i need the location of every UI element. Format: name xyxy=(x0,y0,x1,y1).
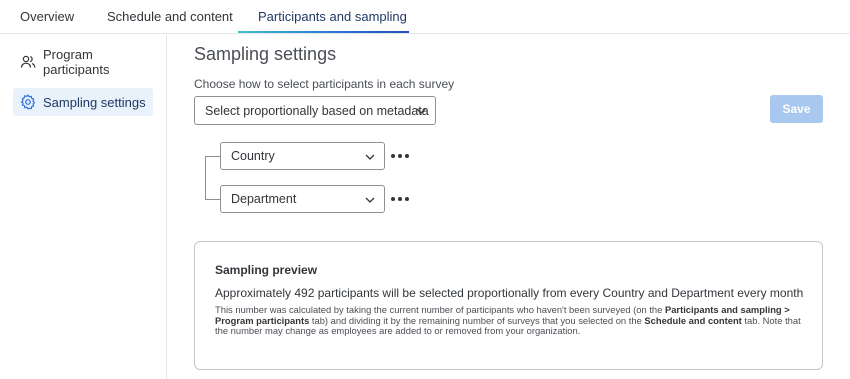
more-options-icon[interactable] xyxy=(391,195,409,203)
selection-method-label: Choose how to select participants in eac… xyxy=(194,77,455,91)
chevron-down-icon xyxy=(365,154,375,160)
selection-method-value: Select proportionally based on metadata xyxy=(205,103,429,118)
page-title: Sampling settings xyxy=(194,44,337,64)
tab-participants-and-sampling[interactable]: Participants and sampling xyxy=(258,0,407,34)
sampling-preview-title: Sampling preview xyxy=(215,263,318,277)
sidebar-item-label: Sampling settings xyxy=(43,94,146,110)
sidebar-item-label: Program participants xyxy=(43,47,110,77)
people-icon xyxy=(20,54,36,70)
sampling-preview-note: This number was calculated by taking the… xyxy=(215,304,801,336)
sampling-preview-card: Sampling preview Approximately 492 parti… xyxy=(194,241,823,370)
chevron-down-icon xyxy=(365,197,375,203)
active-tab-indicator xyxy=(238,31,409,33)
sidebar-item-sampling-settings[interactable]: Sampling settings xyxy=(13,88,153,116)
tab-schedule-and-content[interactable]: Schedule and content xyxy=(107,0,233,34)
metadata-field-value: Country xyxy=(231,149,275,163)
sampling-preview-summary: Approximately 492 participants will be s… xyxy=(215,286,804,300)
sidebar: Program participants Sampling settings xyxy=(0,35,167,379)
tab-overview[interactable]: Overview xyxy=(20,0,74,34)
metadata-field-value: Department xyxy=(231,192,297,206)
save-button[interactable]: Save xyxy=(770,95,823,123)
selection-method-dropdown[interactable]: Select proportionally based on metadata xyxy=(194,96,436,125)
field-connector-line xyxy=(205,156,220,200)
metadata-field-dropdown-country[interactable]: Country xyxy=(220,142,385,170)
tab-bar: Overview Schedule and content Participan… xyxy=(0,0,850,34)
gear-icon xyxy=(20,94,36,110)
metadata-field-dropdown-department[interactable]: Department xyxy=(220,185,385,213)
sidebar-item-program-participants[interactable]: Program participants xyxy=(13,47,153,77)
more-options-icon[interactable] xyxy=(391,152,409,160)
chevron-down-icon xyxy=(416,108,426,114)
